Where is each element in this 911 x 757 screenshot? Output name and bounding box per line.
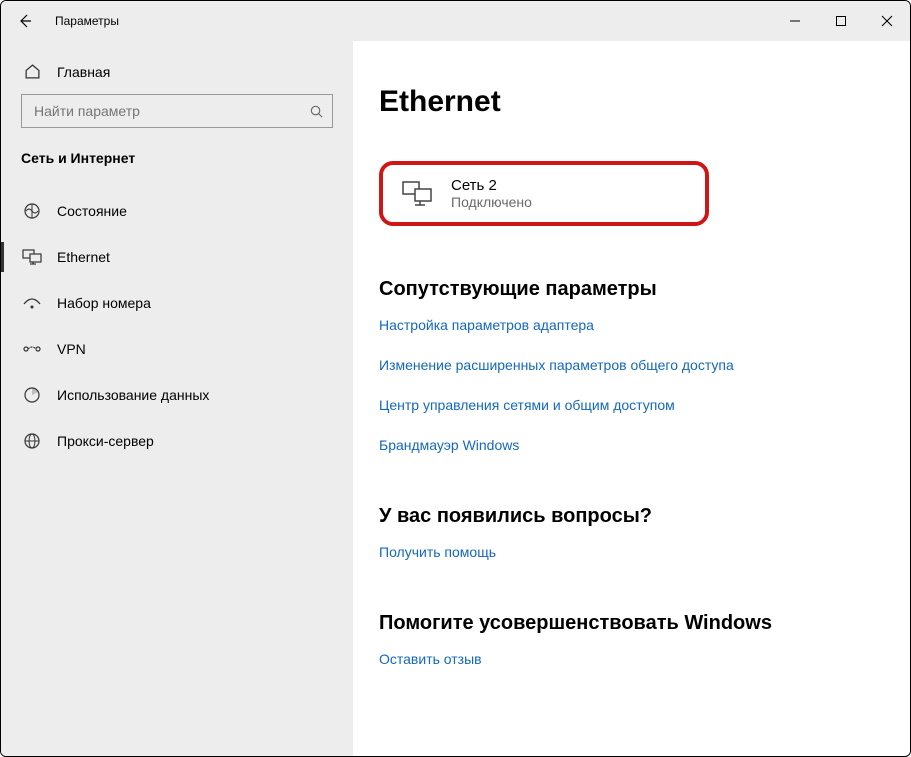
sidebar-item-status[interactable]: Состояние bbox=[1, 188, 353, 234]
link-get-help[interactable]: Получить помощь bbox=[379, 544, 870, 560]
link-adapter-settings[interactable]: Настройка параметров адаптера bbox=[379, 317, 870, 333]
link-sharing-settings[interactable]: Изменение расширенных параметров общего … bbox=[379, 357, 870, 373]
search-input[interactable] bbox=[32, 102, 309, 120]
link-firewall[interactable]: Брандмауэр Windows bbox=[379, 437, 870, 453]
titlebar: Параметры bbox=[1, 1, 910, 41]
window-controls bbox=[772, 1, 910, 41]
sidebar-item-label: VPN bbox=[57, 341, 86, 357]
nav-list: Состояние Ethernet Набор номера bbox=[1, 188, 353, 464]
maximize-icon bbox=[835, 15, 847, 27]
maximize-button[interactable] bbox=[818, 1, 864, 41]
sidebar: Главная Сеть и Интернет Состояние bbox=[1, 41, 353, 756]
sidebar-item-vpn[interactable]: VPN bbox=[1, 326, 353, 372]
minimize-icon bbox=[789, 15, 801, 27]
home-link[interactable]: Главная bbox=[1, 55, 353, 94]
content-body: Главная Сеть и Интернет Состояние bbox=[1, 41, 910, 756]
sidebar-item-proxy[interactable]: Прокси-сервер bbox=[1, 418, 353, 464]
dialup-icon bbox=[21, 296, 43, 310]
sidebar-item-dialup[interactable]: Набор номера bbox=[1, 280, 353, 326]
proxy-icon bbox=[21, 432, 43, 450]
sidebar-item-label: Прокси-сервер bbox=[57, 433, 154, 449]
sidebar-item-label: Использование данных bbox=[57, 387, 209, 403]
settings-window: Параметры Главная bbox=[0, 0, 911, 757]
vpn-icon bbox=[21, 343, 43, 355]
related-title: Сопутствующие параметры bbox=[379, 278, 870, 301]
search-icon bbox=[309, 104, 324, 119]
search-wrap bbox=[1, 94, 353, 128]
window-title: Параметры bbox=[55, 14, 119, 28]
close-icon bbox=[881, 15, 893, 27]
minimize-button[interactable] bbox=[772, 1, 818, 41]
sidebar-item-label: Набор номера bbox=[57, 295, 151, 311]
sidebar-item-ethernet[interactable]: Ethernet bbox=[1, 234, 353, 280]
network-icon bbox=[401, 180, 433, 208]
network-name: Сеть 2 bbox=[451, 177, 532, 194]
data-usage-icon bbox=[21, 386, 43, 404]
status-icon bbox=[21, 202, 43, 220]
main-content: Ethernet Сеть 2 Подключено Сопутствующие… bbox=[353, 41, 910, 756]
home-icon bbox=[21, 63, 43, 80]
link-network-center[interactable]: Центр управления сетями и общим доступом bbox=[379, 397, 870, 413]
arrow-left-icon bbox=[17, 13, 33, 29]
network-status: Подключено bbox=[451, 194, 532, 210]
sidebar-item-data-usage[interactable]: Использование данных bbox=[1, 372, 353, 418]
back-button[interactable] bbox=[1, 1, 49, 41]
network-card[interactable]: Сеть 2 Подключено bbox=[379, 161, 709, 226]
sidebar-item-label: Ethernet bbox=[57, 249, 110, 265]
close-button[interactable] bbox=[864, 1, 910, 41]
question-title: У вас появились вопросы? bbox=[379, 505, 870, 528]
sidebar-category: Сеть и Интернет bbox=[1, 128, 353, 172]
page-title: Ethernet bbox=[379, 85, 870, 119]
ethernet-icon bbox=[21, 249, 43, 265]
search-box[interactable] bbox=[21, 94, 333, 128]
link-feedback[interactable]: Оставить отзыв bbox=[379, 651, 870, 667]
home-label: Главная bbox=[57, 64, 110, 80]
improve-title: Помогите усовершенствовать Windows bbox=[379, 612, 870, 635]
network-text: Сеть 2 Подключено bbox=[451, 177, 532, 210]
sidebar-item-label: Состояние bbox=[57, 203, 127, 219]
